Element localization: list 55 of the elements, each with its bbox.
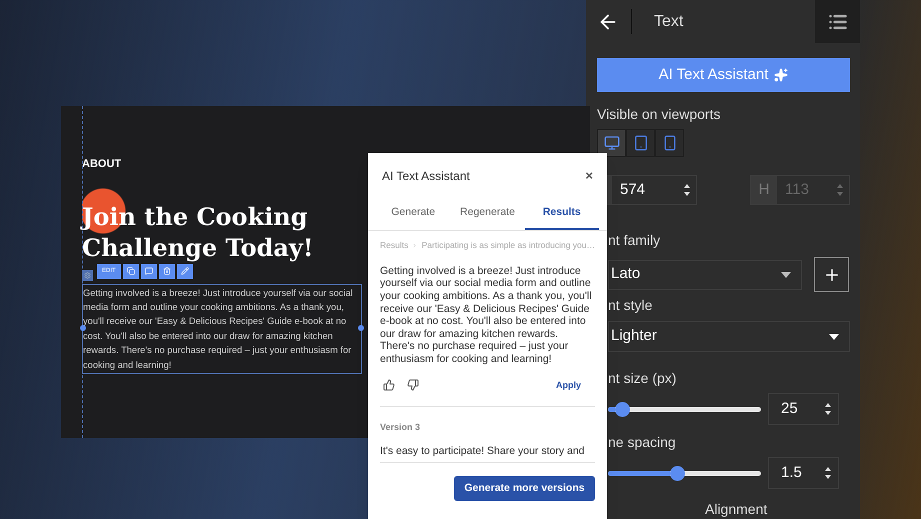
trash-icon[interactable] xyxy=(158,264,175,278)
number-field[interactable]: 1.5 xyxy=(768,457,839,489)
field-label: nt size (px) xyxy=(608,369,678,388)
breadcrumb-item: Participating is as simple as introducing you… xyxy=(422,239,595,252)
thumbs-up-icon[interactable] xyxy=(383,379,395,392)
version-label: Version 3 xyxy=(380,421,422,434)
panel-title: Text xyxy=(654,12,684,32)
dialog-title: AI Text Assistant xyxy=(382,168,470,184)
version-text: It's easy to participate! Share your story and xyxy=(380,444,595,464)
font-family-dropdown[interactable]: Lato xyxy=(608,260,802,290)
stepper-arrows-icon[interactable] xyxy=(824,401,832,417)
field-label: Visible on viewports xyxy=(597,105,722,124)
slider[interactable] xyxy=(608,466,761,480)
result-text: Getting involved is a breeze! Just introduce yourself via our social media form and outline your cooking ambitions. As a thank you, you'll receive our 'Easy & Delicious Recipes' Guide e-book at no cost. You'll also be entered into our draw for amazing kitchen rewards. There's no purchase required – just your enthusiasm for cooking and learning! xyxy=(380,264,593,366)
tablet-icon xyxy=(632,135,648,151)
font-style-dropdown[interactable]: Lighter xyxy=(608,321,850,352)
sparkle-icon xyxy=(774,68,788,82)
resize-handle[interactable] xyxy=(358,324,364,330)
slider-thumb[interactable] xyxy=(614,402,630,416)
dropdown-value: Lato xyxy=(611,264,642,284)
tablet-viewport-button[interactable] xyxy=(626,129,655,157)
field-label: Alignment xyxy=(704,500,768,519)
layers-button[interactable] xyxy=(815,0,860,43)
add-font-button[interactable] xyxy=(814,257,849,292)
field-label: ne spacing xyxy=(608,433,677,452)
mobile-icon xyxy=(662,135,678,151)
copy-icon[interactable] xyxy=(122,264,139,278)
field-value: 574 xyxy=(619,180,646,200)
section-label: ABOUT xyxy=(82,157,122,172)
tab[interactable]: Generate xyxy=(376,198,450,230)
close-button[interactable]: × xyxy=(585,166,593,186)
gear-icon[interactable] xyxy=(82,270,93,280)
thumbs-down-icon[interactable] xyxy=(407,379,419,392)
field-label: nt style xyxy=(608,296,654,315)
apply-link[interactable]: Apply xyxy=(556,378,581,392)
paragraph: Getting involved is a breeze! Just introduce yourself via our social media form and outline your cooking ambitions. As a thank you, you'll receive our 'Easy & Delicious Recipes' Guide e-book at no cost. You'll also be entered into our draw for amazing kitchen rewards. There's no purchase required – just your enthusiasm for cooking and learning! xyxy=(83,288,353,370)
desktop-viewport-button[interactable] xyxy=(597,129,626,157)
number-field[interactable]: 25 xyxy=(768,393,839,425)
caret-icon xyxy=(781,272,791,278)
dropdown-value: Lighter xyxy=(611,326,658,346)
mobile-viewport-button[interactable] xyxy=(655,129,684,157)
comment-icon[interactable] xyxy=(140,264,157,278)
desktop-icon xyxy=(604,135,620,151)
resize-handle[interactable] xyxy=(80,324,86,330)
tab[interactable]: Regenerate xyxy=(450,198,525,230)
stepper-arrows-icon[interactable] xyxy=(824,465,832,481)
field-label: H xyxy=(751,176,777,204)
generate-more-button[interactable]: Generate more versions xyxy=(454,476,595,502)
field-label: nt family xyxy=(608,231,662,250)
caret-icon xyxy=(829,334,839,340)
field-value: 113 xyxy=(784,180,810,200)
slider[interactable] xyxy=(608,402,761,416)
slider-thumb[interactable] xyxy=(670,466,686,480)
pencil-icon[interactable] xyxy=(176,264,193,278)
tab[interactable]: Results xyxy=(524,198,599,230)
